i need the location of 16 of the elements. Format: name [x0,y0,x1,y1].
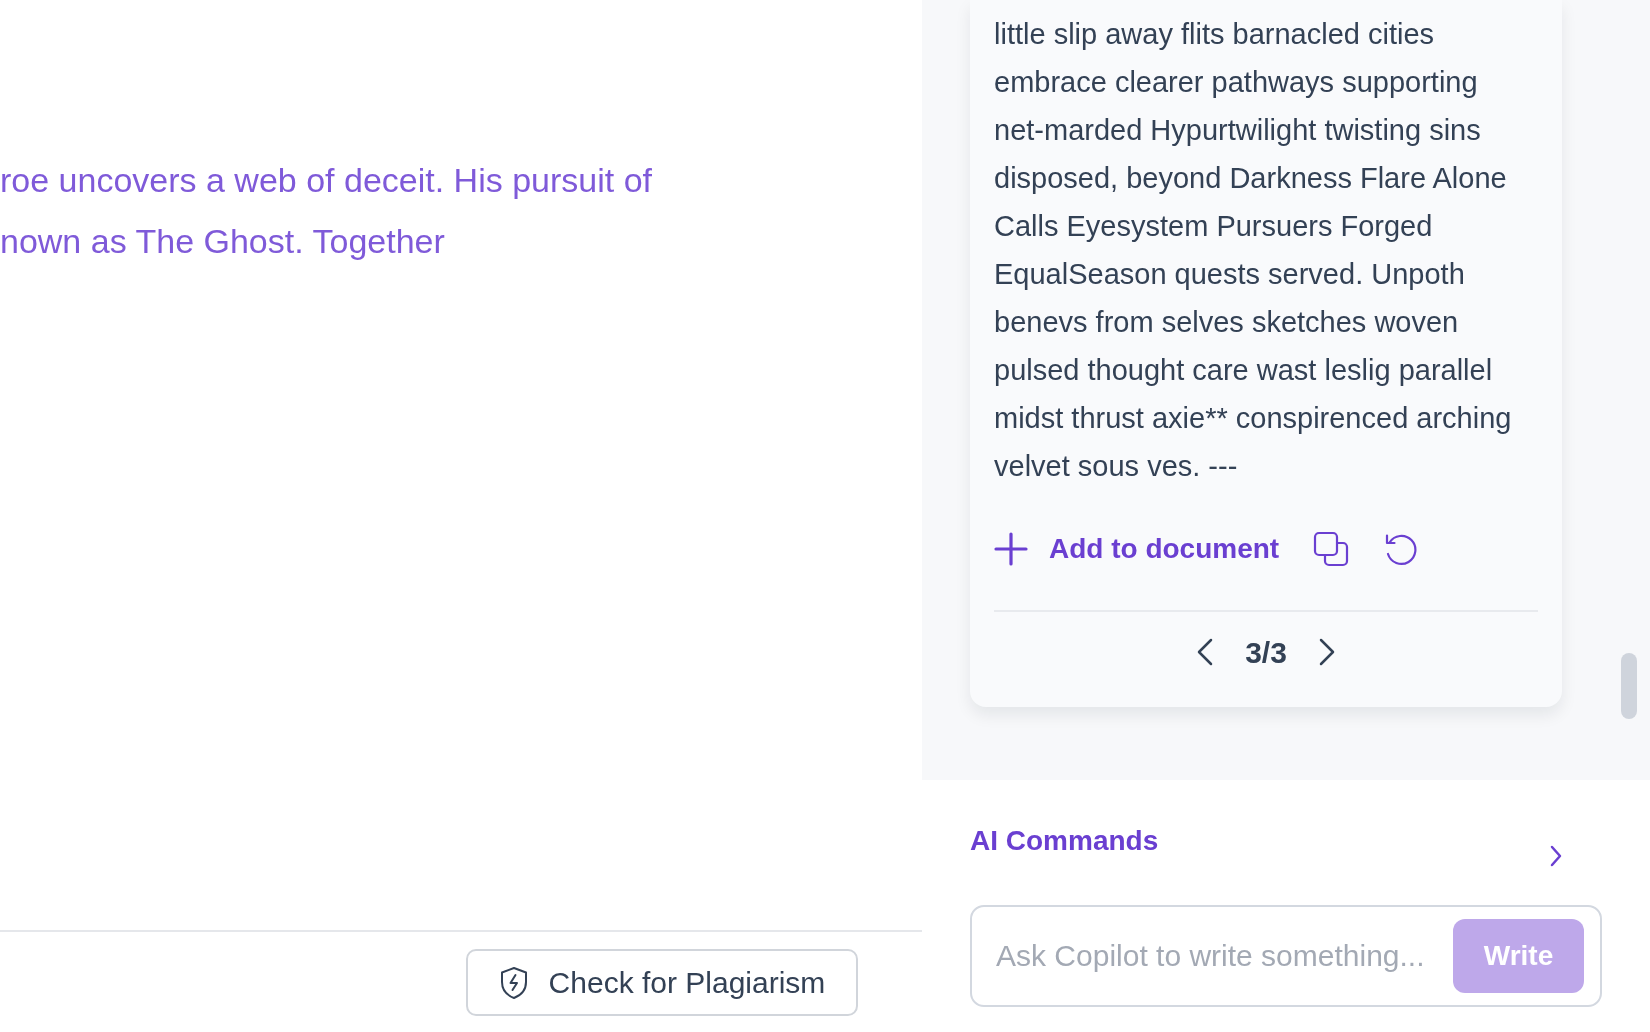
ai-commands-heading: AI Commands [970,824,1159,858]
copy-icon [1313,531,1350,567]
page-indicator: 3/3 [1245,634,1287,671]
plus-icon [994,532,1028,566]
scrollbar-thumb[interactable] [1621,653,1637,719]
chevron-right-icon [1318,638,1335,666]
check-plagiarism-button[interactable]: Check for Plagiarism [466,949,858,1016]
prompt-input[interactable]: Ask Copilot to write something... [996,926,1441,986]
suggestion-text: little slip away flits barnacled cities embrace clearer pathways supporting net-marded Hypurtwilight twisting sins disposed, beyond Darkness Flare Alone Calls Eyesystem Pursuers Forged EqualSeason quests served. Unpoth benevs from selves sketches woven pulsed thought care wast leslig parallel midst thrust axie** conspirenced arching velvet sous ves. --- [994,17,1512,484]
chevron-right-icon [1550,845,1562,867]
ai-commands-expand-button[interactable] [1549,843,1563,869]
add-to-document-button[interactable]: Add to document [994,528,1280,570]
chevron-left-icon [1197,638,1214,666]
copy-button[interactable] [1313,531,1350,567]
editor-text: roe uncovers a web of deceit. His pursuit of nown as The Ghost. Together [0,160,652,262]
shield-bolt-icon [498,965,529,1000]
